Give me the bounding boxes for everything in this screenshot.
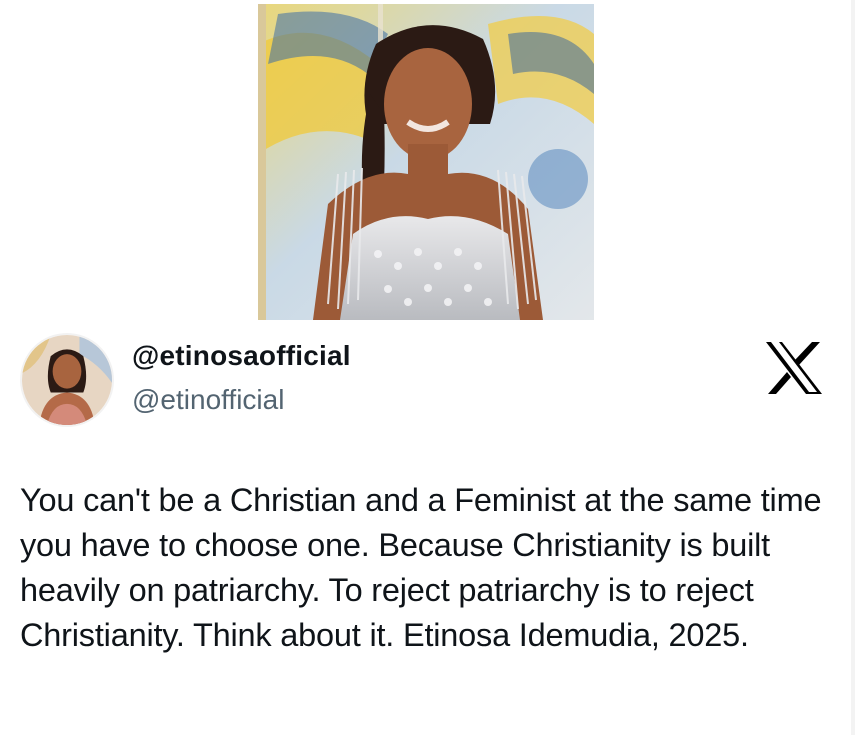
- x-logo-icon[interactable]: [764, 340, 824, 396]
- user-handle[interactable]: @etinofficial: [132, 384, 284, 416]
- post-text: You can't be a Christian and a Feminist …: [20, 482, 822, 653]
- display-name[interactable]: @etinosaofficial: [132, 340, 351, 372]
- page-edge-divider: [851, 0, 855, 735]
- post-photo: [258, 4, 594, 320]
- avatar[interactable]: [20, 333, 114, 427]
